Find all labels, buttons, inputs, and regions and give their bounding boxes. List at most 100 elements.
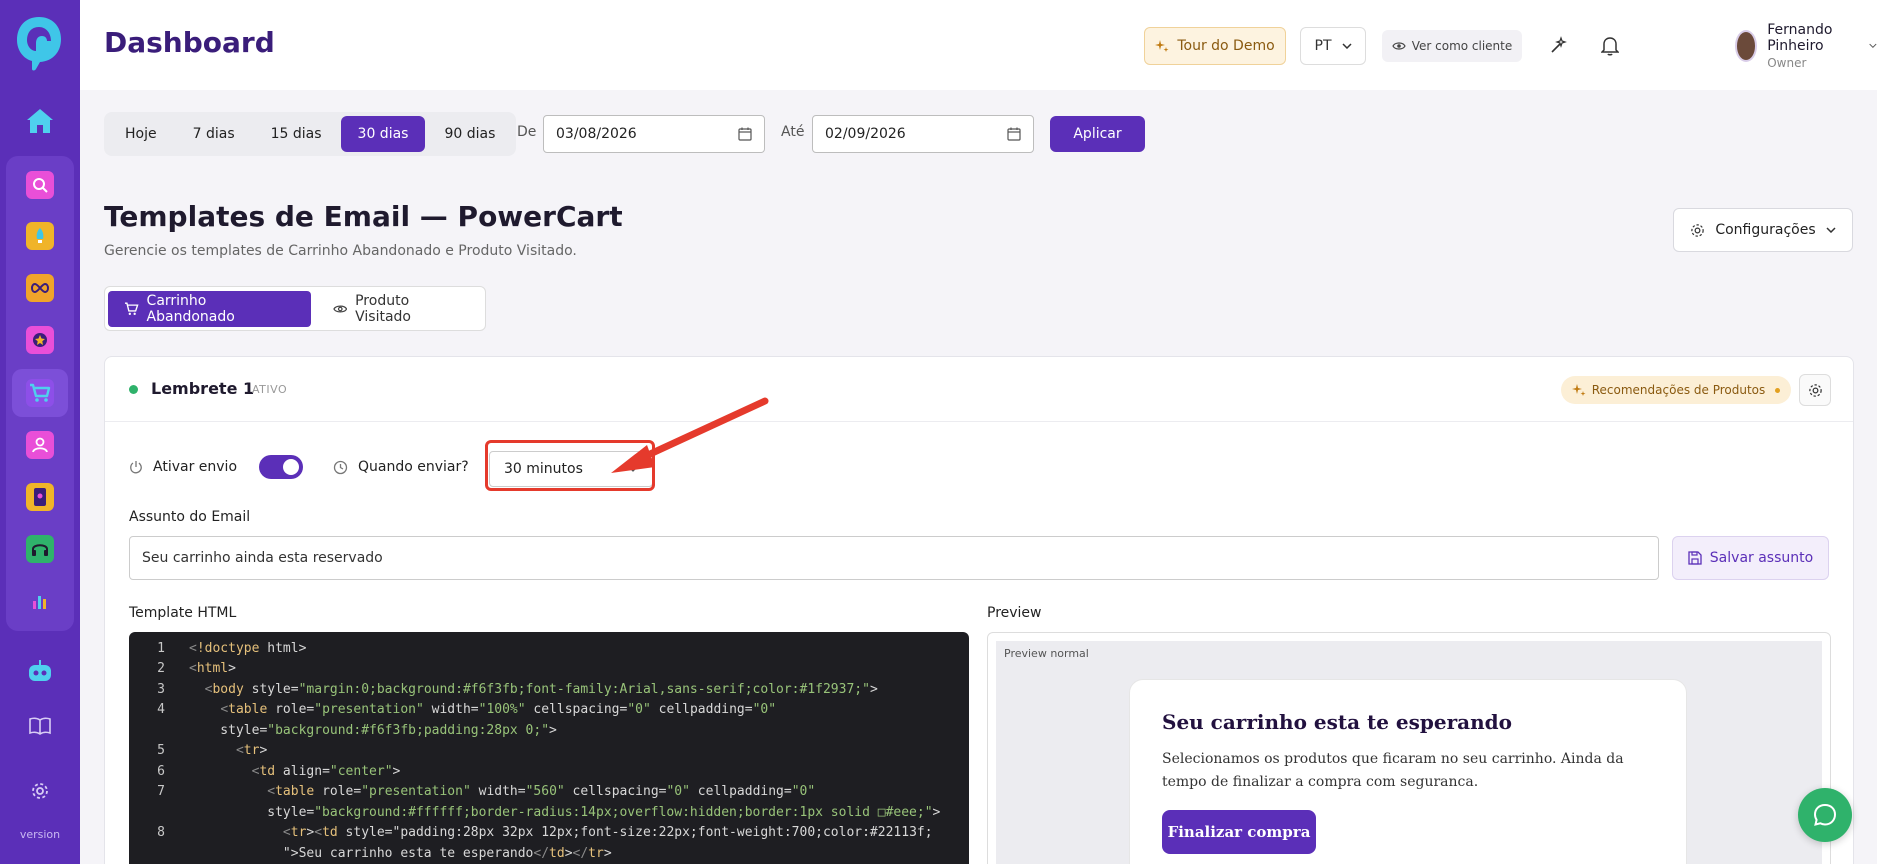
line-number: 1	[157, 640, 165, 656]
avatar	[1735, 30, 1758, 62]
robot-icon[interactable]	[24, 656, 56, 688]
tab-visited-product-label: Produto Visitado	[355, 292, 411, 325]
user-menu[interactable]: Fernando Pinheiro Owner	[1735, 22, 1877, 70]
code-text: <html>	[189, 661, 236, 676]
send-settings-row: Ativar envio Quando enviar?	[129, 452, 503, 482]
view-as-client-label: Ver como cliente	[1411, 39, 1513, 53]
chevron-down-icon	[1826, 227, 1836, 233]
template-html-label: Template HTML	[129, 605, 237, 621]
book-icon[interactable]	[24, 710, 56, 742]
save-icon	[1688, 551, 1702, 565]
whatsapp-chat-button[interactable]	[1798, 788, 1852, 842]
line-number: 6	[157, 763, 165, 779]
bell-icon[interactable]	[1598, 34, 1622, 58]
tour-demo-button[interactable]: Tour do Demo	[1144, 27, 1286, 65]
infinity-app-icon[interactable]	[26, 274, 54, 302]
chart-app-icon[interactable]	[26, 587, 54, 615]
sparkle-icon	[1571, 384, 1586, 396]
preview-label: Preview	[987, 605, 1042, 621]
save-subject-label: Salvar assunto	[1709, 550, 1814, 566]
apply-button[interactable]: Aplicar	[1050, 116, 1145, 152]
chevron-down-icon	[1341, 43, 1352, 49]
calendar-icon	[1007, 127, 1021, 141]
chevron-down-icon	[1869, 43, 1877, 48]
code-line: 5 <tr>	[129, 741, 267, 761]
code-line: style="background:#ffffff;border-radius:…	[129, 802, 940, 822]
code-text: style="background:#ffffff;border-radius:…	[189, 804, 941, 820]
sparkle-icon	[1155, 40, 1169, 52]
sidebar: version	[0, 0, 80, 864]
brand-logo[interactable]	[14, 14, 64, 72]
rocket-app-icon[interactable]	[26, 222, 54, 250]
code-line: 8 <tr><td style="padding:28px 32px 12px;…	[129, 823, 933, 843]
tab-abandoned-cart[interactable]: Carrinho Abandonado	[108, 290, 311, 327]
code-text: <tr><td style="padding:28px 32px 12px;fo…	[282, 825, 933, 840]
clock-icon	[333, 460, 348, 474]
view-as-client-button[interactable]: Ver como cliente	[1382, 30, 1522, 62]
range-90-days-button[interactable]: 90 dias	[427, 116, 512, 152]
code-line: 3 <body style="margin:0;background:#f6f3…	[129, 679, 878, 699]
finalize-purchase-button[interactable]: Finalizar compra	[1162, 810, 1316, 854]
save-subject-button[interactable]: Salvar assunto	[1672, 536, 1829, 580]
line-number: 7	[157, 784, 165, 799]
code-text: <!doctype html>	[189, 640, 307, 656]
reminder-settings-button[interactable]	[1799, 374, 1831, 406]
range-today-button[interactable]: Hoje	[108, 116, 174, 152]
phone-app-icon[interactable]	[26, 483, 54, 511]
cart-icon	[124, 302, 139, 315]
code-line: 7 <table role="presentation" width="560"…	[129, 782, 815, 802]
settings-icon[interactable]	[24, 775, 56, 807]
reminder-card: Lembrete 1 ATIVO Recomendações de Produt…	[104, 356, 1854, 864]
date-to-input[interactable]: 02/09/2026	[812, 115, 1034, 153]
date-from-input[interactable]: 03/08/2026	[543, 115, 765, 153]
gear-icon	[1691, 223, 1705, 237]
tab-visited-product[interactable]: Produto Visitado	[317, 291, 482, 327]
subject-input[interactable]: Seu carrinho ainda esta reservado	[129, 536, 1659, 580]
code-line: ">Seu carrinho esta te esperando</td></t…	[129, 843, 612, 863]
line-number: 5	[157, 743, 165, 758]
range-15-days-button[interactable]: 15 dias	[254, 116, 339, 152]
eye-icon	[332, 304, 347, 313]
cart-app-icon[interactable]	[26, 379, 54, 407]
email-body-text: Selecionamos os produtos que ficaram no …	[1162, 751, 1624, 790]
magic-sparkle-icon[interactable]	[1546, 34, 1570, 58]
range-30-days-button[interactable]: 30 dias	[340, 116, 426, 152]
headset-app-icon[interactable]	[26, 535, 54, 563]
subject-label: Assunto do Email	[129, 509, 251, 525]
power-icon	[130, 461, 142, 474]
enable-send-label: Ativar envio	[153, 459, 238, 475]
eye-icon	[1392, 42, 1406, 50]
tour-demo-label: Tour do Demo	[1177, 38, 1275, 54]
product-recommendations-badge[interactable]: Recomendações de Produtos	[1561, 376, 1791, 404]
search-app-icon[interactable]	[26, 171, 54, 199]
annotation-arrow	[611, 397, 769, 473]
html-code-editor[interactable]: 1 <!doctype html> 2 <html> 3 <body style="ma…	[129, 632, 969, 864]
line-number: 2	[157, 661, 165, 676]
code-line: 2 <html>	[129, 659, 236, 679]
code-text: <td align="center">	[251, 763, 401, 779]
section-subtitle: Gerencie os templates de Carrinho Abando…	[104, 243, 577, 259]
code-line: 4 <table role="presentation" width="100%…	[129, 700, 776, 720]
language-select[interactable]: PT	[1300, 27, 1366, 65]
subject-value: Seu carrinho ainda esta reservado	[142, 550, 383, 566]
user-name: Fernando Pinheiro	[1767, 22, 1833, 54]
enable-send-toggle[interactable]	[259, 455, 304, 479]
top-header: Dashboard Tour do Demo PT Ver como clien…	[80, 0, 1877, 90]
home-icon[interactable]	[24, 106, 56, 136]
language-value: PT	[1314, 38, 1332, 54]
star-app-icon[interactable]	[26, 326, 54, 354]
user-role: Owner	[1767, 56, 1807, 70]
reminder-status-badge: ATIVO	[252, 383, 288, 396]
configurations-button[interactable]: Configurações	[1673, 208, 1853, 252]
person-app-icon[interactable]	[26, 431, 54, 459]
code-text: <table role="presentation" width="560" c…	[267, 784, 816, 799]
code-line: 1 <!doctype html>	[129, 638, 306, 658]
date-to-value: 02/09/2026	[825, 126, 906, 142]
section-title: Templates de Email — PowerCart	[104, 200, 623, 233]
date-to-label: Até	[781, 124, 805, 140]
line-number: 4	[157, 702, 165, 717]
code-line: 6 <td align="center">	[129, 761, 400, 781]
date-from-label: De	[517, 124, 537, 140]
range-7-days-button[interactable]: 7 dias	[176, 116, 252, 152]
date-range-group: Hoje 7 dias 15 dias 30 dias 90 dias	[104, 112, 517, 156]
